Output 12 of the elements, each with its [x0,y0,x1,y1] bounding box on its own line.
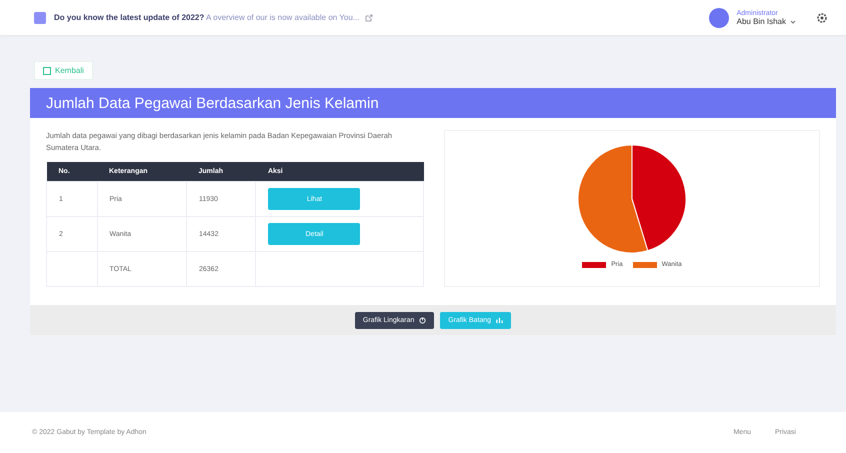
avatar[interactable] [708,8,729,28]
external-link-icon[interactable] [365,14,374,22]
legend-swatch [632,262,657,268]
user-name[interactable]: Abu Bin Ishak [736,16,786,26]
update-notice: Do you know the latest update of 2022? A overview of our is now available on You... [54,13,360,22]
back-button[interactable]: Kembali [34,61,93,80]
legend-swatch [582,262,606,268]
settings-icon[interactable] [816,12,828,24]
caret-icon[interactable] [790,20,796,24]
bar-chart-icon [496,316,504,324]
back-icon [43,66,51,74]
card-title: Jumlah Data Pegawai Berdasarkan Jenis Kelamin [30,88,836,118]
